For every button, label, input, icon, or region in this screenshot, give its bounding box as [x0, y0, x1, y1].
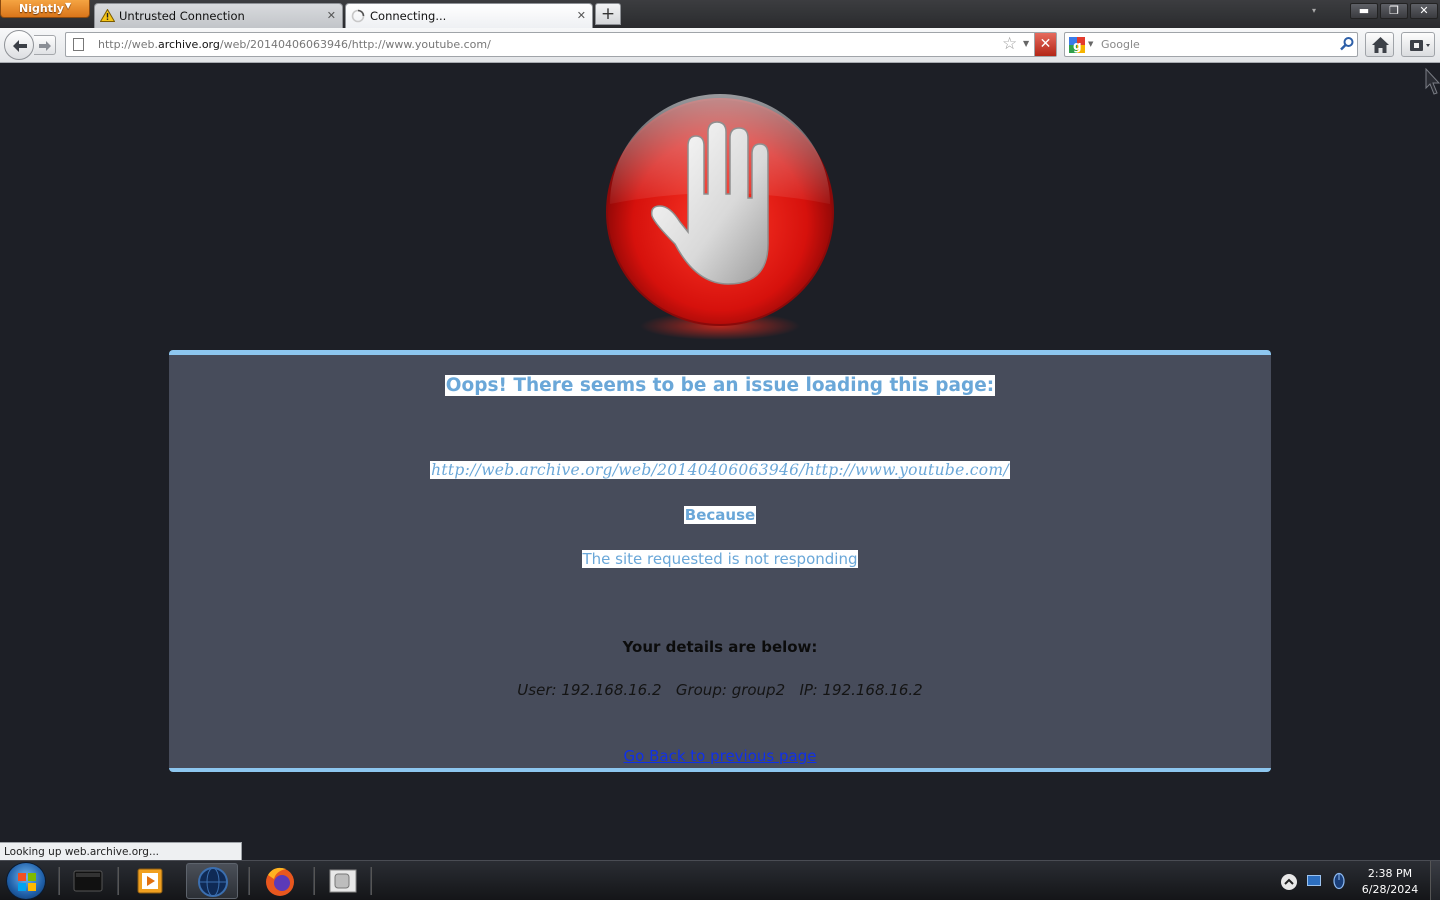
error-url: http://web.archive.org/web/2014040606394… — [430, 461, 1010, 479]
go-back-link-wrap: Go Back to previous page — [169, 747, 1271, 765]
taskbar-firefox-app[interactable] — [254, 863, 306, 899]
loading-spinner-icon — [351, 9, 365, 23]
taskbar-browser-app[interactable] — [186, 863, 238, 899]
reason-text-wrap: The site requested is not responding — [169, 550, 1271, 568]
media-player-icon — [137, 868, 163, 894]
arrow-right-icon — [39, 41, 51, 51]
because-label-wrap: Because — [169, 506, 1271, 524]
google-icon: g — [1069, 37, 1085, 53]
windows-logo-icon — [18, 873, 36, 891]
network-icon[interactable] — [1307, 875, 1321, 886]
because-label: Because — [683, 506, 757, 524]
taskbar-separator — [248, 867, 250, 895]
app-menu-label: Nightly — [19, 2, 64, 15]
mouse-device-icon[interactable] — [1332, 872, 1346, 890]
taskbar-separator — [58, 867, 60, 895]
url-bar[interactable]: http://web.archive.org/web/2014040606394… — [65, 32, 1057, 57]
globe-icon — [198, 867, 228, 897]
tab-list-icon[interactable]: ▾ — [1312, 6, 1316, 15]
chevron-down-icon[interactable]: ▼ — [1023, 39, 1029, 48]
tab-connecting[interactable]: Connecting... ✕ — [345, 3, 593, 28]
maximize-button[interactable]: ❐ — [1380, 3, 1408, 19]
new-tab-button[interactable]: + — [595, 3, 621, 25]
go-back-link[interactable]: Go Back to previous page — [624, 747, 817, 765]
forward-button[interactable] — [34, 35, 56, 55]
taskbar-separator — [117, 867, 119, 895]
search-bar[interactable]: g ▼ Google — [1064, 32, 1358, 57]
tray-expand-button[interactable] — [1281, 874, 1297, 890]
taskbar: 2:38 PM 6/28/2024 — [0, 860, 1440, 900]
start-button[interactable] — [6, 862, 46, 900]
chevron-down-icon[interactable]: ▼ — [1088, 40, 1093, 48]
error-title: Oops! There seems to be an issue loading… — [444, 375, 996, 396]
stop-hand-icon — [606, 94, 834, 340]
ip-value: 192.168.16.2 — [822, 681, 923, 699]
document-icon — [329, 869, 357, 893]
chevron-down-icon: ▼ — [65, 1, 72, 10]
chevron-up-icon — [1284, 878, 1294, 885]
app-menu-button[interactable]: Nightly ▼ — [0, 0, 90, 18]
firefox-icon — [266, 867, 294, 896]
page-icon — [73, 38, 84, 51]
stop-button[interactable]: ✕ — [1034, 33, 1056, 56]
tab-untrusted-connection[interactable]: Untrusted Connection ✕ — [94, 3, 343, 28]
show-desktop-button[interactable] — [1430, 861, 1440, 900]
taskbar-file-app[interactable] — [317, 863, 369, 899]
group-value: group2 — [731, 681, 786, 699]
taskbar-separator — [313, 867, 315, 895]
minimize-button[interactable]: ▬ — [1350, 3, 1378, 19]
error-title-wrap: Oops! There seems to be an issue loading… — [169, 375, 1271, 396]
search-input[interactable]: Google — [1101, 38, 1140, 51]
taskbar-media-player-app[interactable] — [124, 863, 176, 899]
star-icon[interactable]: ☆ — [1002, 34, 1017, 54]
clock-date: 6/28/2024 — [1361, 883, 1419, 896]
terminal-icon — [73, 870, 103, 892]
user-label: User: — [517, 681, 557, 699]
home-button[interactable] — [1365, 32, 1394, 57]
warning-icon — [100, 9, 115, 22]
tab-label: Untrusted Connection — [119, 9, 245, 23]
addon-bar-button[interactable] — [1401, 32, 1435, 57]
user-value: 192.168.16.2 — [561, 681, 662, 699]
taskbar-clock[interactable]: 2:38 PM 6/28/2024 — [1355, 866, 1425, 898]
error-url-wrap: http://web.archive.org/web/2014040606394… — [169, 461, 1271, 479]
url-text[interactable]: http://web.archive.org/web/2014040606394… — [98, 38, 491, 51]
taskbar-terminal-app[interactable] — [62, 863, 114, 899]
clock-time: 2:38 PM — [1367, 867, 1413, 880]
navigation-toolbar: http://web.archive.org/web/2014040606394… — [0, 28, 1440, 63]
back-button[interactable] — [4, 30, 34, 60]
tab-strip: Nightly ▼ Untrusted Connection ✕ Connect… — [0, 0, 1440, 28]
details-line: User: 192.168.16.2 Group: group2 IP: 192… — [169, 681, 1271, 699]
svg-text:g: g — [1073, 39, 1082, 53]
group-label: Group: — [675, 681, 727, 699]
page-content: Oops! There seems to be an issue loading… — [0, 64, 1440, 860]
search-icon[interactable] — [1339, 36, 1355, 52]
reason-text: The site requested is not responding — [581, 550, 859, 568]
details-heading: Your details are below: — [622, 638, 818, 656]
close-window-button[interactable]: ✕ — [1410, 3, 1438, 19]
status-bar: Looking up web.archive.org... — [0, 842, 242, 860]
arrow-left-icon — [13, 40, 27, 52]
home-icon — [1372, 37, 1389, 53]
ip-label: IP: — [799, 681, 818, 699]
tab-label: Connecting... — [370, 9, 447, 23]
error-panel: Oops! There seems to be an issue loading… — [169, 350, 1271, 772]
close-icon[interactable]: ✕ — [577, 9, 586, 22]
close-icon[interactable]: ✕ — [327, 9, 336, 22]
taskbar-separator — [370, 867, 372, 895]
mouse-cursor-icon — [1425, 68, 1440, 95]
puzzle-icon — [1410, 40, 1430, 51]
